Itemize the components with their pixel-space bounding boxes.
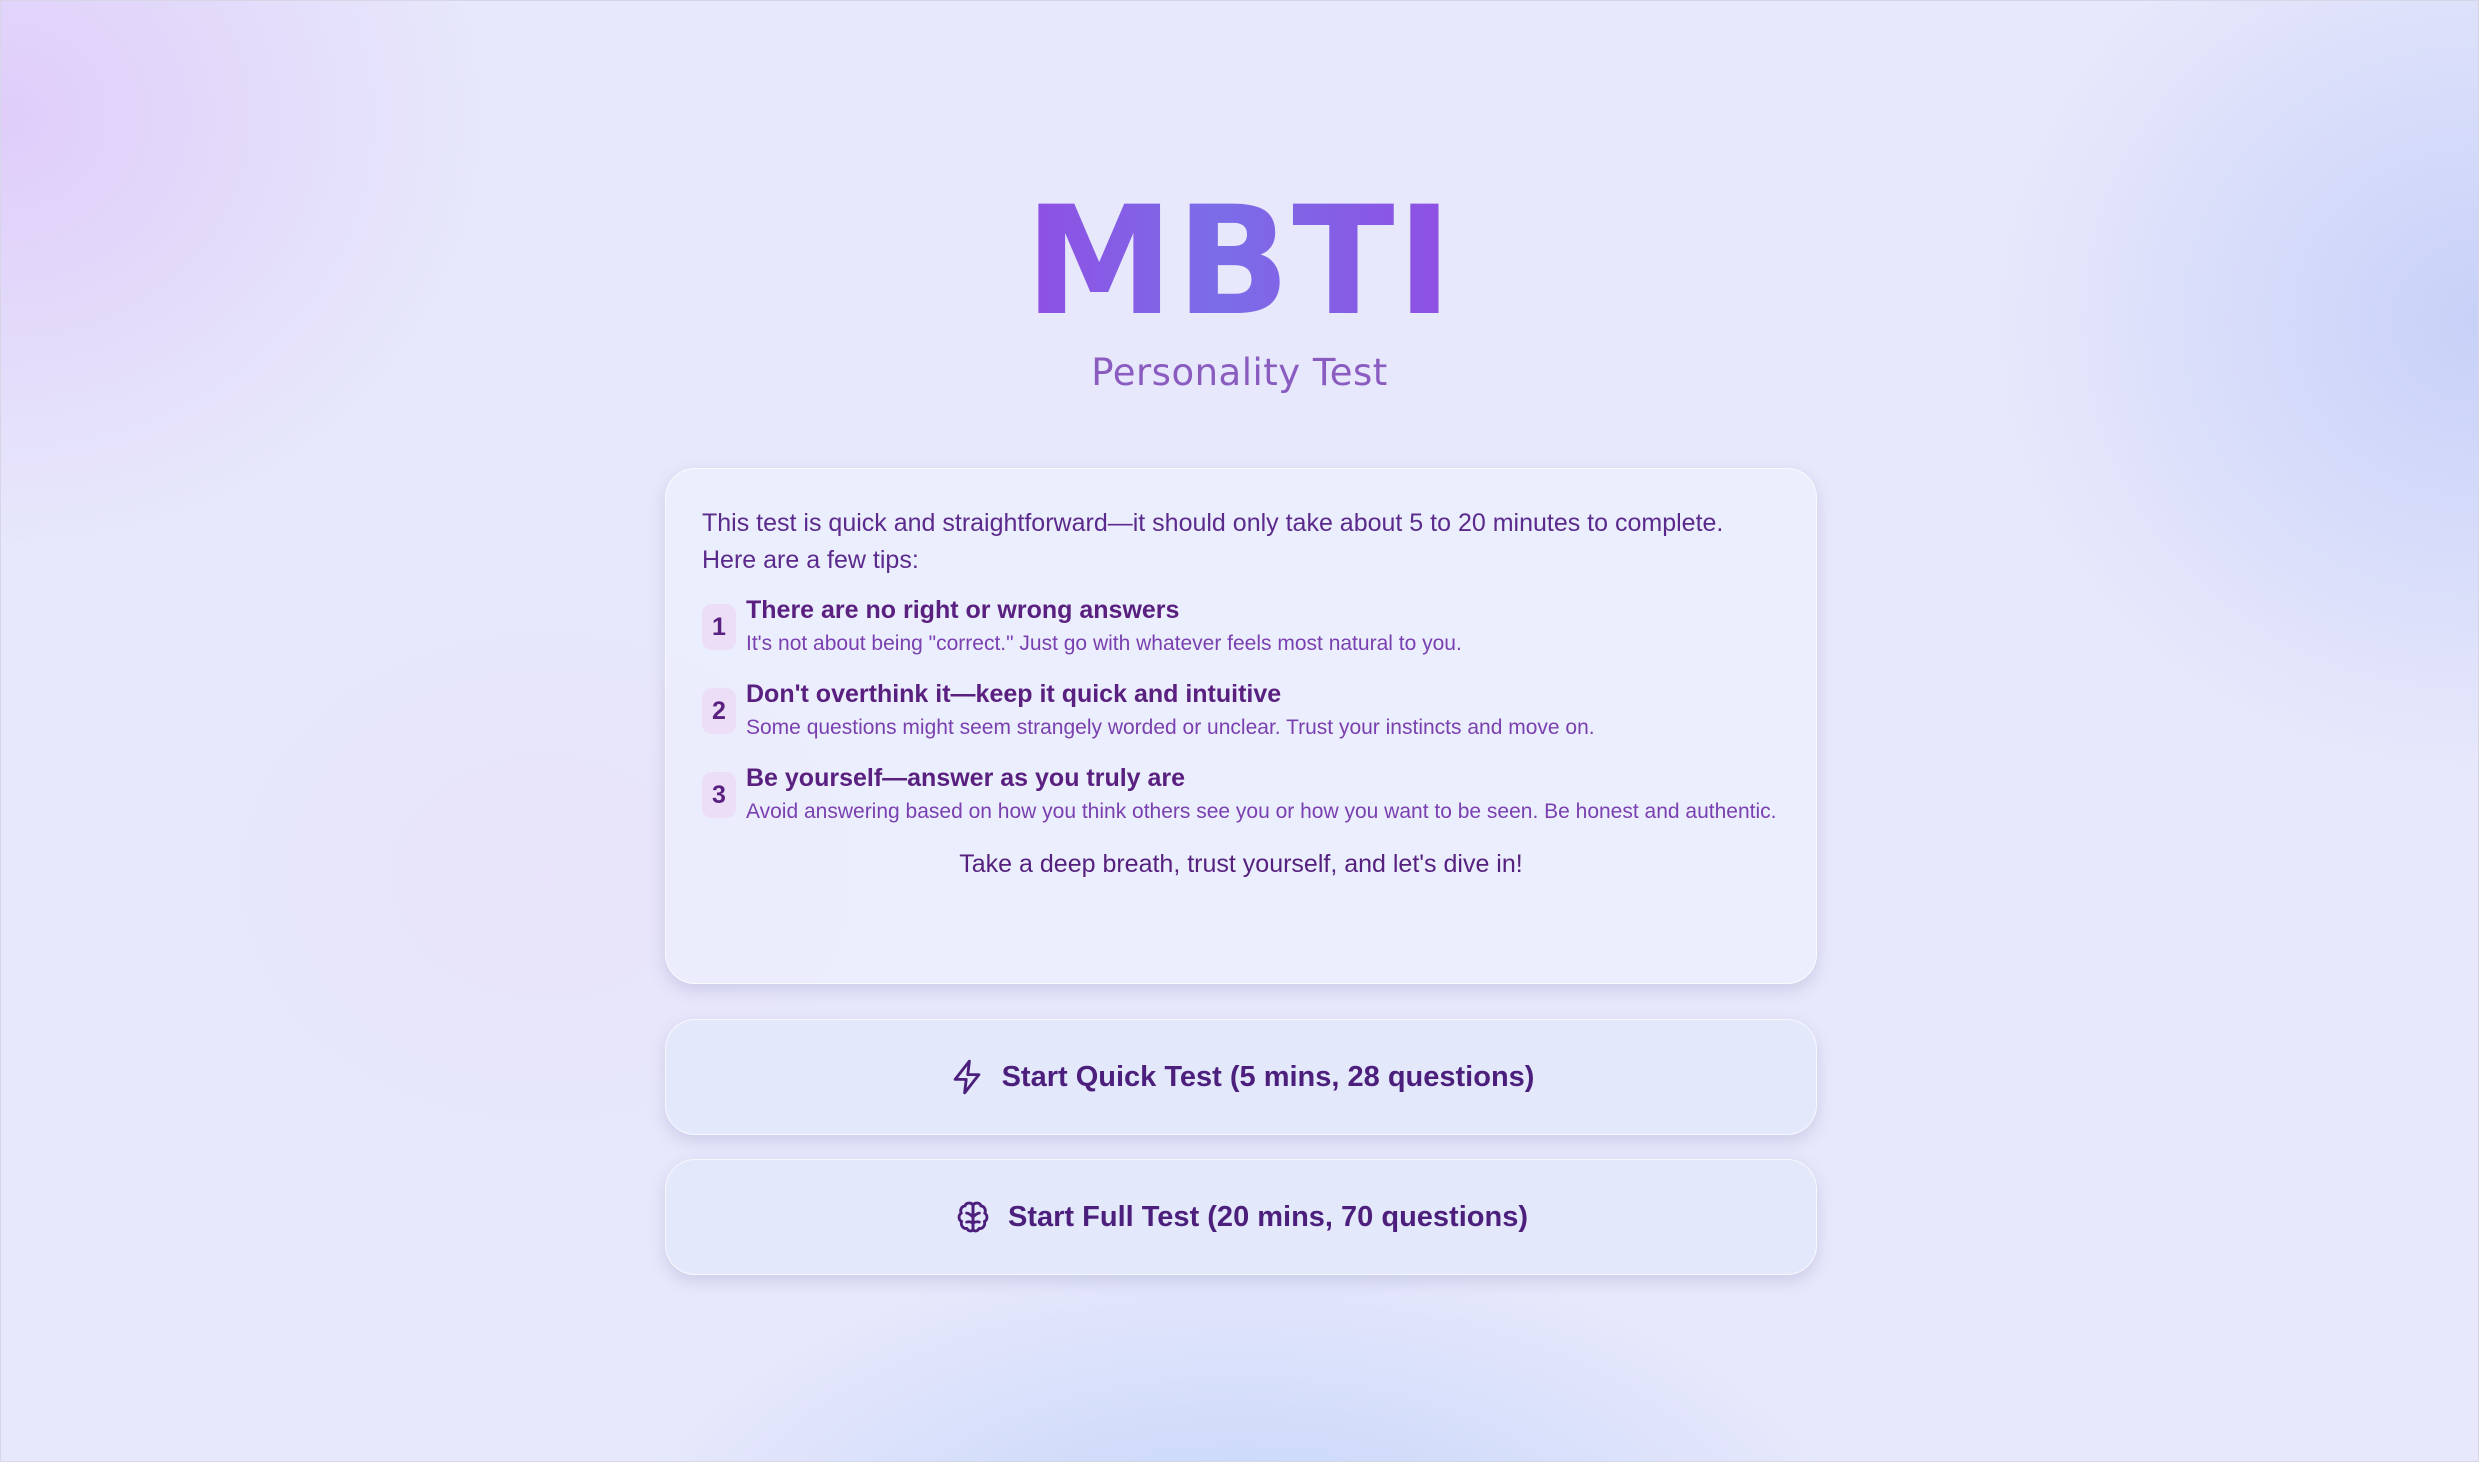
tip-body: There are no right or wrong answers It's…	[746, 593, 1780, 659]
tip-body: Be yourself—answer as you truly are Avoi…	[746, 761, 1780, 827]
lightning-icon	[948, 1058, 986, 1096]
intro-text: This test is quick and straightforward—i…	[702, 509, 1724, 574]
tip-description: Some questions might seem strangely word…	[746, 716, 1595, 739]
tip-description: It's not about being "correct." Just go …	[746, 632, 1462, 655]
tip-title: Don't overthink it—keep it quick and int…	[746, 680, 1282, 708]
tip-item: 1 There are no right or wrong answers It…	[702, 593, 1780, 659]
tip-number: 3	[702, 772, 736, 818]
start-full-test-button[interactable]: Start Full Test (20 mins, 70 questions)	[665, 1159, 1817, 1275]
start-quick-test-label: Start Quick Test (5 mins, 28 questions)	[1001, 1061, 1535, 1093]
page-title: MBTI	[0, 172, 2479, 352]
tip-body: Don't overthink it—keep it quick and int…	[746, 677, 1780, 743]
tip-description: Avoid answering based on how you think o…	[746, 800, 1777, 823]
closing-text: Take a deep breath, trust yourself, and …	[959, 850, 1523, 878]
tip-number: 2	[702, 688, 736, 734]
tip-title: There are no right or wrong answers	[746, 596, 1180, 624]
start-quick-test-button[interactable]: Start Quick Test (5 mins, 28 questions)	[665, 1019, 1817, 1135]
tip-item: 2 Don't overthink it—keep it quick and i…	[702, 677, 1780, 743]
brain-icon	[954, 1198, 992, 1236]
tip-title: Be yourself—answer as you truly are	[746, 764, 1186, 792]
tip-item: 3 Be yourself—answer as you truly are Av…	[702, 761, 1780, 827]
instructions-card: This test is quick and straightforward—i…	[665, 468, 1817, 984]
page-subtitle: Personality Test	[1091, 351, 1388, 394]
page-title-text: MBTI	[1024, 175, 1455, 349]
start-full-test-label: Start Full Test (20 mins, 70 questions)	[1008, 1201, 1528, 1233]
tip-number: 1	[702, 604, 736, 650]
